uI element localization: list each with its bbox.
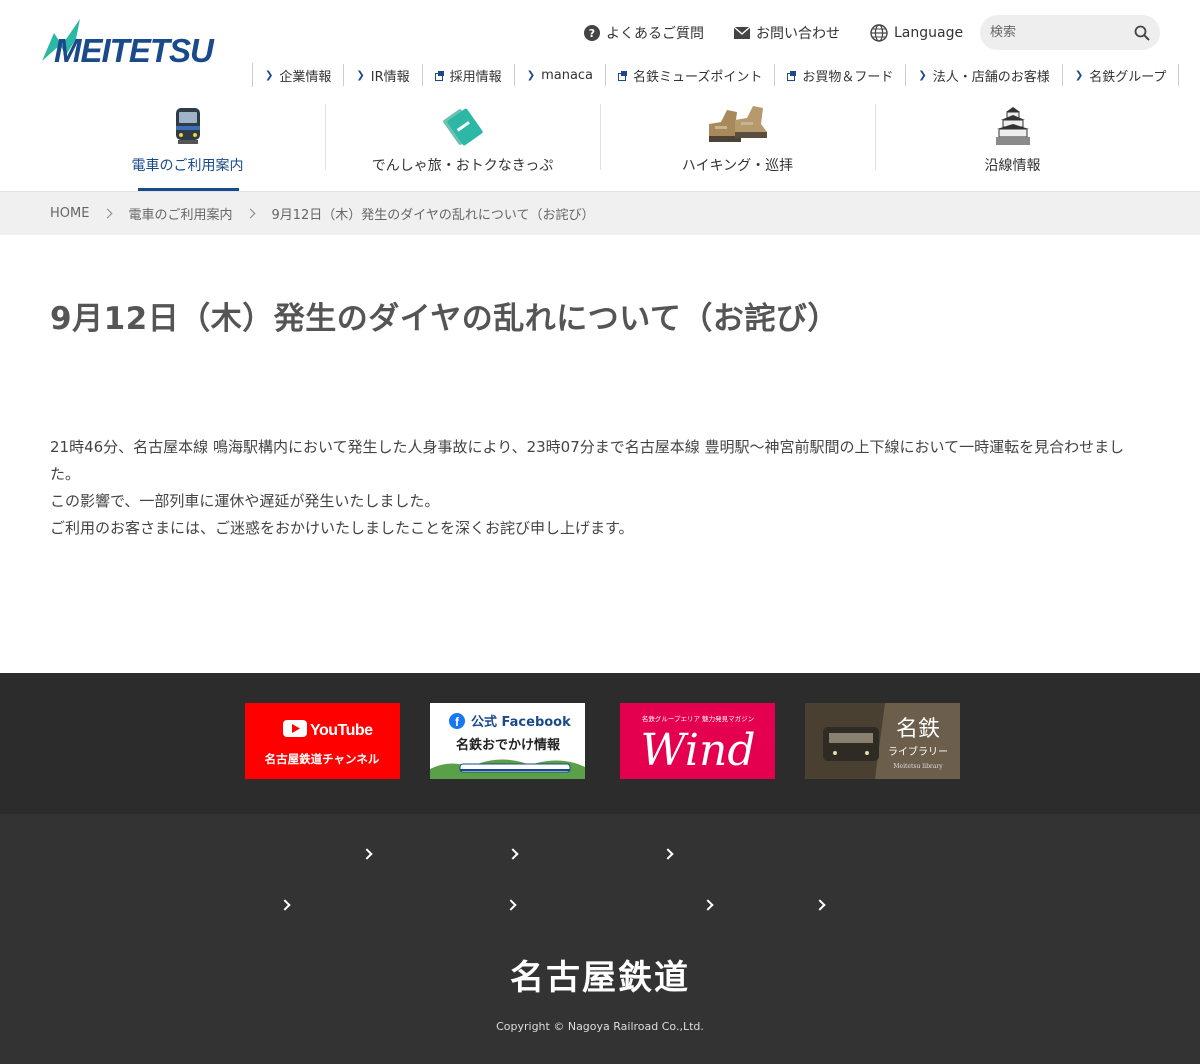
site-header: MEITETSU ? よくあるご質問 お問い合わせ Language ❯企: [0, 0, 1200, 192]
gnav-train-guide[interactable]: 電車のご利用案内: [50, 100, 325, 191]
faq-link[interactable]: ? よくあるご質問: [584, 23, 704, 43]
external-link-icon: [618, 71, 628, 81]
youtube-caption: 名古屋鉄道チャンネル: [265, 752, 380, 766]
breadcrumb-current: 9月12日（木）発生のダイヤの乱れについて（お詫び）: [271, 208, 595, 223]
chevron-right-icon: ❯: [265, 69, 274, 81]
subnav-shopping[interactable]: お買物＆フード: [775, 64, 907, 86]
facebook-caption: 名鉄おでかけ情報: [456, 737, 561, 753]
article-paragraph: ご利用のお客さまには、ご迷惑をおかけいたしましたことを深くお詫び申し上げます。: [50, 519, 634, 537]
library-title: 名鉄: [896, 717, 940, 742]
external-link-icon: [787, 71, 797, 81]
article-paragraph: 21時46分、名古屋本線 鳴海駅構内において発生した人身事故により、23時07分…: [50, 438, 1125, 483]
subnav-label: お買物＆フード: [802, 69, 894, 85]
chevron-right-icon: ❯: [526, 69, 536, 81]
article-paragraph: この影響で、一部列車に運休や遅延が発生いたしました。: [50, 492, 440, 510]
subnav-label: IR情報: [370, 69, 410, 85]
mail-icon: [734, 27, 750, 39]
youtube-logo-text: YouTube: [310, 722, 373, 739]
gnav-tickets[interactable]: でんしゃ旅・おトクなきっぷ: [325, 100, 600, 191]
search-icon[interactable]: [1134, 25, 1150, 41]
external-link-icon: [434, 71, 444, 81]
chevron-right-icon: [103, 208, 113, 219]
svg-text:?: ?: [589, 27, 595, 40]
subnav-corporate[interactable]: ❯ 企業情報: [253, 64, 345, 86]
utility-nav: ? よくあるご質問 お問い合わせ Language: [584, 14, 993, 52]
library-en: Meitetsu library: [893, 763, 943, 770]
subnav-label: 名鉄ミューズポイント: [633, 69, 763, 85]
wind-banner-art: 名鉄グループエリア 魅力発見マガジン Wind: [640, 714, 755, 776]
meitetsu-library-banner[interactable]: 名鉄 ライブラリー Meitetsu library: [805, 703, 960, 779]
globe-icon: [870, 24, 888, 42]
breadcrumb-home[interactable]: HOME: [50, 206, 89, 221]
gnav-area-info[interactable]: 沿線情報: [875, 100, 1150, 191]
wind-logo: Wind: [640, 725, 755, 776]
train-icon: [174, 102, 202, 146]
wind-small-text: 名鉄グループエリア 魅力発見マガジン: [642, 714, 754, 723]
library-sub: ライブラリー: [888, 745, 948, 758]
language-label: Language: [894, 25, 964, 41]
page-title: 9月12日（木）発生のダイヤの乱れについて（お詫び）: [50, 301, 839, 337]
search-box: [980, 15, 1160, 50]
facebook-head: 公式 Facebook: [471, 714, 571, 730]
subnav-business[interactable]: ❯ 法人・店舗のお客様: [906, 64, 1063, 86]
subnav-group[interactable]: ❯ 名鉄グループ: [1063, 64, 1180, 86]
footer-banners: YouTube 名古屋鉄道チャンネル f 公式 Facebook 名鉄おでかけ情…: [0, 673, 1200, 814]
gnav-hiking[interactable]: ハイキング・巡拝: [600, 100, 875, 191]
facebook-banner[interactable]: f 公式 Facebook 名鉄おでかけ情報: [430, 703, 585, 779]
gnav-label: 電車のご利用案内: [131, 158, 244, 174]
subnav-label: 名鉄グループ: [1089, 69, 1167, 85]
meitetsu-logo[interactable]: MEITETSU: [40, 15, 215, 67]
faq-label: よくあるご質問: [606, 26, 704, 42]
subnav-label: 法人・店舗のお客様: [932, 69, 1050, 85]
search-input[interactable]: [990, 25, 1120, 40]
sub-nav: ❯ 企業情報 ❯ IR情報 採用情報 ❯ manaca 名鉄ミューズポイント お買物＆…: [252, 63, 1180, 87]
ticket-icon: [441, 102, 485, 146]
subnav-label: 採用情報: [449, 69, 502, 85]
subnav-manaca[interactable]: ❯ manaca: [515, 64, 607, 86]
wind-banner[interactable]: 名鉄グループエリア 魅力発見マガジン Wind: [620, 703, 775, 779]
youtube-banner[interactable]: YouTube 名古屋鉄道チャンネル: [245, 703, 400, 779]
subnav-ir[interactable]: ❯ IR情報: [344, 64, 423, 86]
chevron-right-icon: [246, 208, 256, 219]
facebook-banner-art: f 公式 Facebook 名鉄おでかけ情報: [430, 713, 585, 779]
footer-company-name: 名古屋鉄道: [510, 958, 690, 998]
gnav-label: でんしゃ旅・おトクなきっぷ: [371, 158, 554, 174]
subnav-label: 企業情報: [279, 69, 332, 85]
chevron-right-icon: ❯: [918, 69, 927, 81]
logo-text: MEITETSU: [54, 32, 215, 67]
breadcrumb: HOME 電車のご利用案内 9月12日（木）発生のダイヤの乱れについて（お詫び）: [0, 192, 1200, 235]
castle-icon: [994, 102, 1032, 146]
chevron-right-icon: ❯: [356, 69, 365, 81]
subnav-recruit[interactable]: 採用情報: [423, 64, 515, 86]
contact-label: お問い合わせ: [756, 26, 840, 42]
breadcrumb-train-guide[interactable]: 電車のご利用案内: [128, 204, 232, 223]
copyright: Copyright © Nagoya Railroad Co.,Ltd.: [496, 1020, 704, 1033]
gnav-label: 沿線情報: [984, 158, 1041, 174]
library-banner-art: 名鉄 ライブラリー Meitetsu library: [805, 703, 960, 779]
question-circle-icon: ?: [584, 25, 600, 41]
language-link[interactable]: Language: [870, 24, 963, 42]
contact-link[interactable]: お問い合わせ: [734, 23, 840, 43]
hiking-boots-icon: [707, 102, 769, 146]
global-nav: 電車のご利用案内 でんしゃ旅・おトクなきっぷ ハイキング・巡拝 沿線情報: [50, 100, 1150, 191]
article-body: 21時46分、名古屋本線 鳴海駅構内において発生した人身事故により、23時07分…: [50, 434, 1150, 542]
subnav-label: manaca: [541, 67, 594, 83]
chevron-right-icon: ❯: [1074, 69, 1084, 81]
youtube-logo-icon: YouTube 名古屋鉄道チャンネル: [265, 720, 380, 766]
active-indicator: [138, 188, 239, 191]
gnav-label: ハイキング・巡拝: [681, 158, 794, 174]
subnav-muse-point[interactable]: 名鉄ミューズポイント: [606, 64, 776, 86]
